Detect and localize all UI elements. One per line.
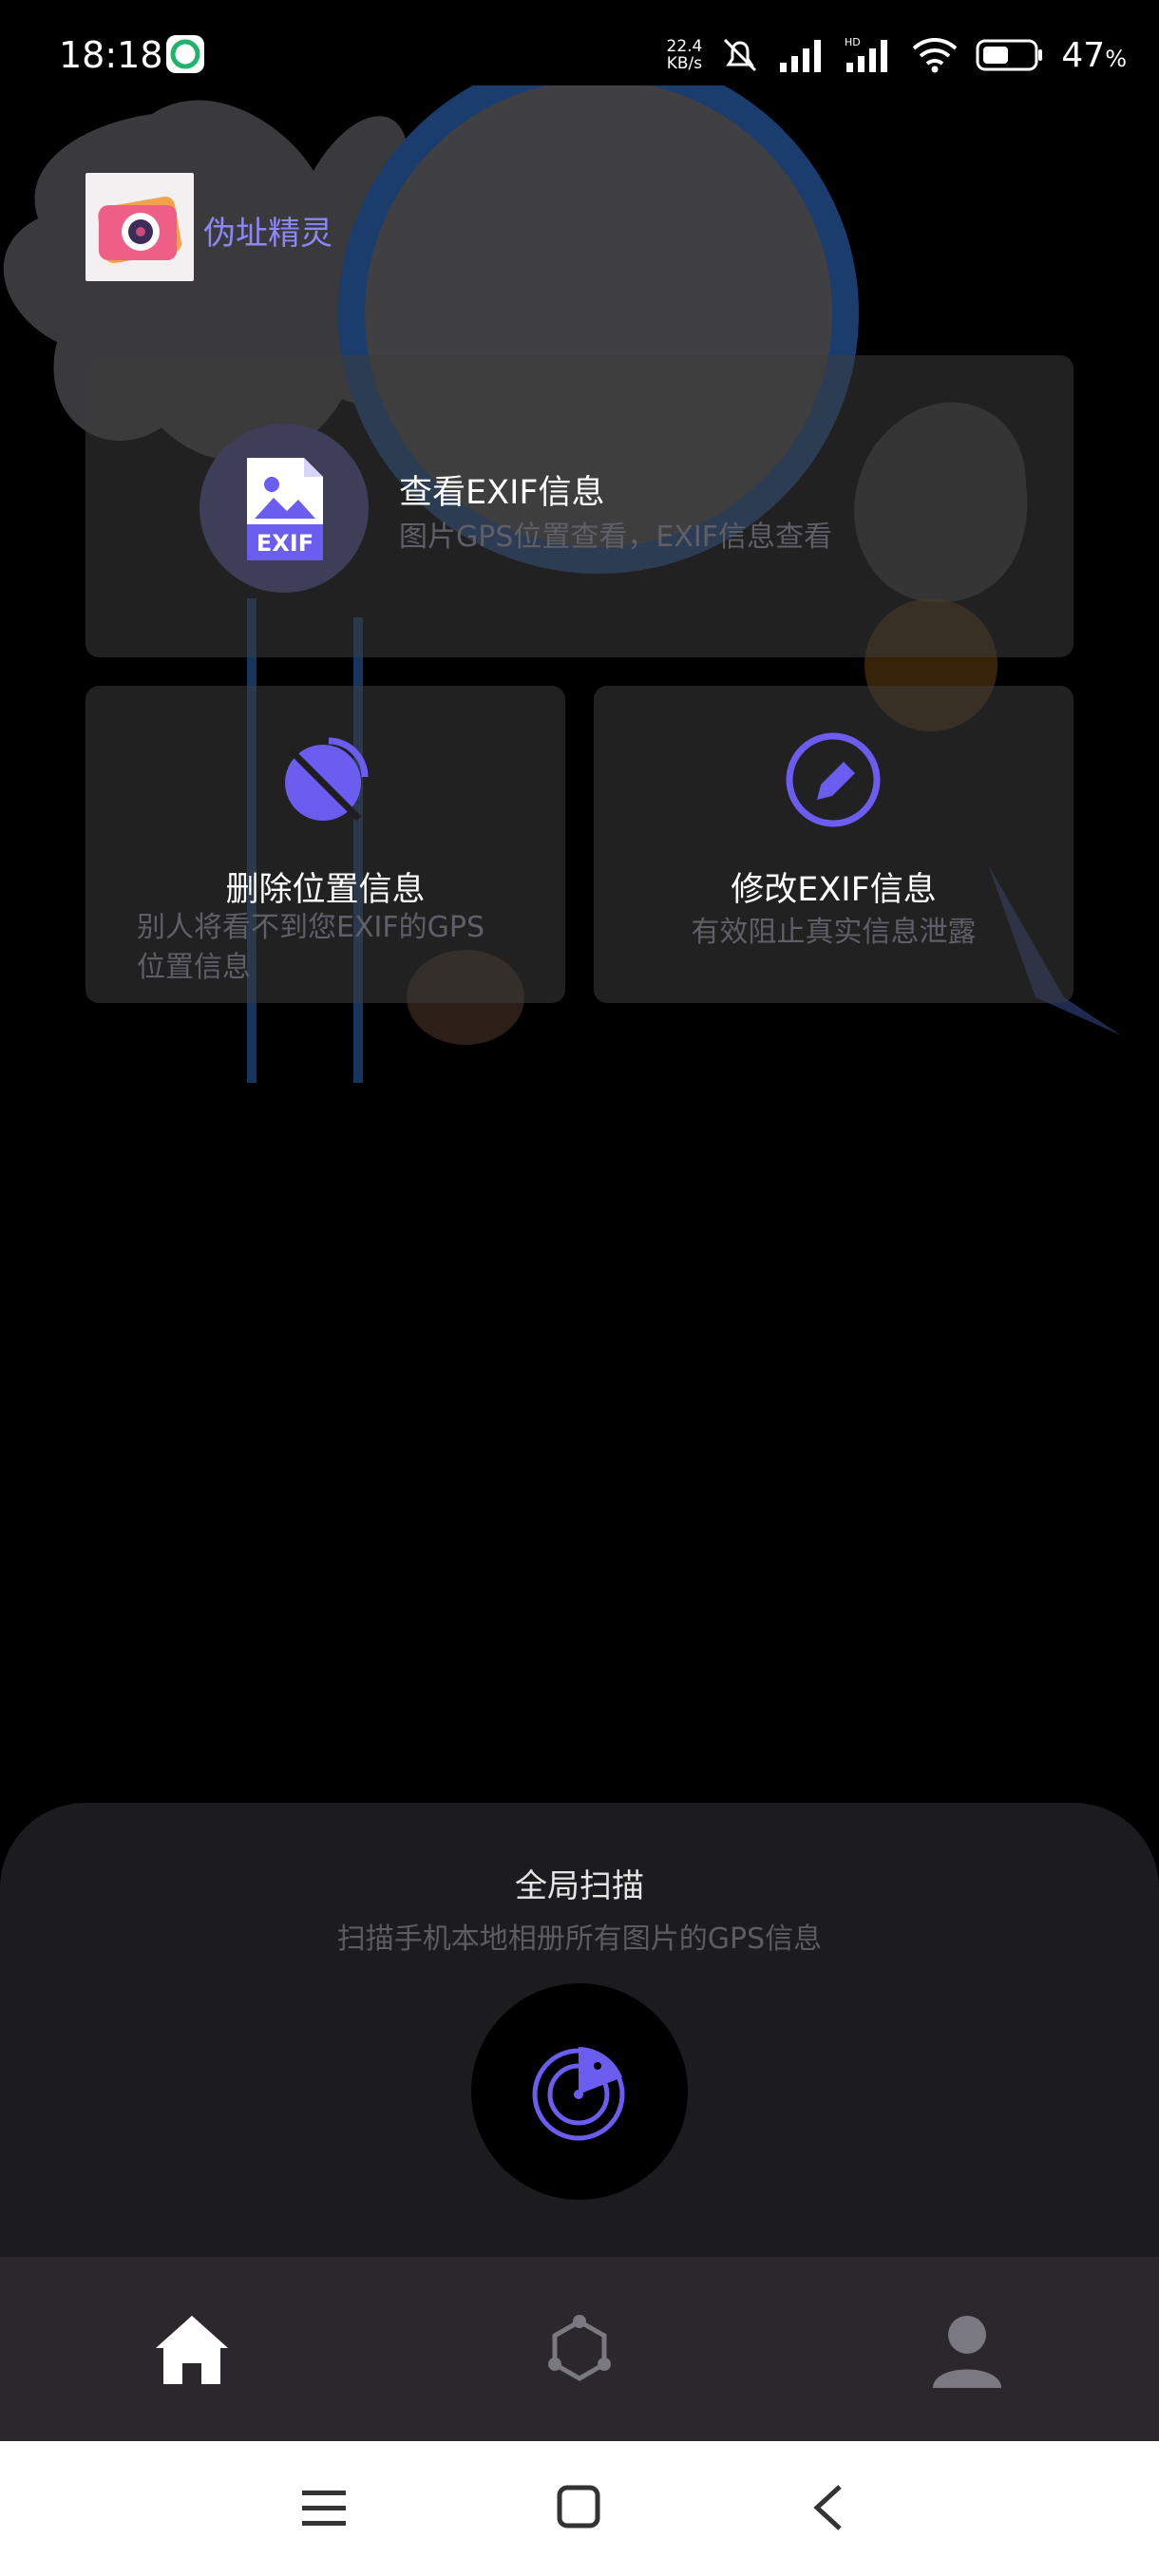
battery-percent: 47%	[1061, 35, 1127, 75]
view-exif-subtitle: 图片GPS位置查看，EXIF信息查看	[399, 521, 832, 554]
signal-icon	[780, 40, 822, 72]
status-icons: 22.4 KB/s HD 47%	[667, 32, 1127, 78]
wifi-icon	[913, 38, 958, 73]
exif-icon-badge: EXIF	[200, 424, 369, 593]
alarm-off-icon	[724, 38, 757, 72]
radar-scan-icon	[532, 2047, 625, 2141]
back-icon[interactable]	[809, 2483, 847, 2532]
svg-text:EXIF: EXIF	[256, 530, 314, 557]
network-speed: 22.4 KB/s	[666, 37, 703, 73]
edit-pencil-icon	[786, 732, 881, 827]
hub-icon[interactable]	[540, 2310, 619, 2390]
remove-location-subtitle: 别人将看不到您EXIF的GPS位置信息	[137, 911, 484, 984]
battery-icon	[976, 39, 1043, 71]
modify-exif-subtitle: 有效阻止真实信息泄露	[691, 916, 977, 949]
app-name: 伪址精灵	[203, 215, 332, 253]
modify-exif-title: 修改EXIF信息	[731, 871, 937, 909]
scan-title: 全局扫描	[515, 1867, 644, 1905]
profile-icon[interactable]	[927, 2310, 1007, 2390]
scan-subtitle: 扫描手机本地相册所有图片的GPS信息	[336, 1923, 823, 1956]
home-icon[interactable]	[152, 2310, 232, 2390]
location-off-icon	[285, 737, 369, 822]
status-bar: 18:18 22.4 KB/s HD 47%	[0, 0, 1159, 104]
clock: 18:18	[59, 34, 163, 76]
hd-signal-icon: HD	[845, 36, 888, 72]
app-logo	[86, 173, 194, 281]
camera-logo-icon	[97, 196, 182, 264]
home-square-icon[interactable]	[555, 2483, 602, 2530]
app-notification-icon	[166, 35, 204, 73]
view-exif-title: 查看EXIF信息	[399, 474, 605, 512]
recent-apps-icon[interactable]	[300, 2487, 348, 2530]
svg-text:HD: HD	[845, 36, 861, 48]
scan-button[interactable]	[471, 1983, 688, 2200]
remove-location-title: 删除位置信息	[225, 871, 426, 909]
exif-file-icon: EXIF	[247, 458, 323, 560]
